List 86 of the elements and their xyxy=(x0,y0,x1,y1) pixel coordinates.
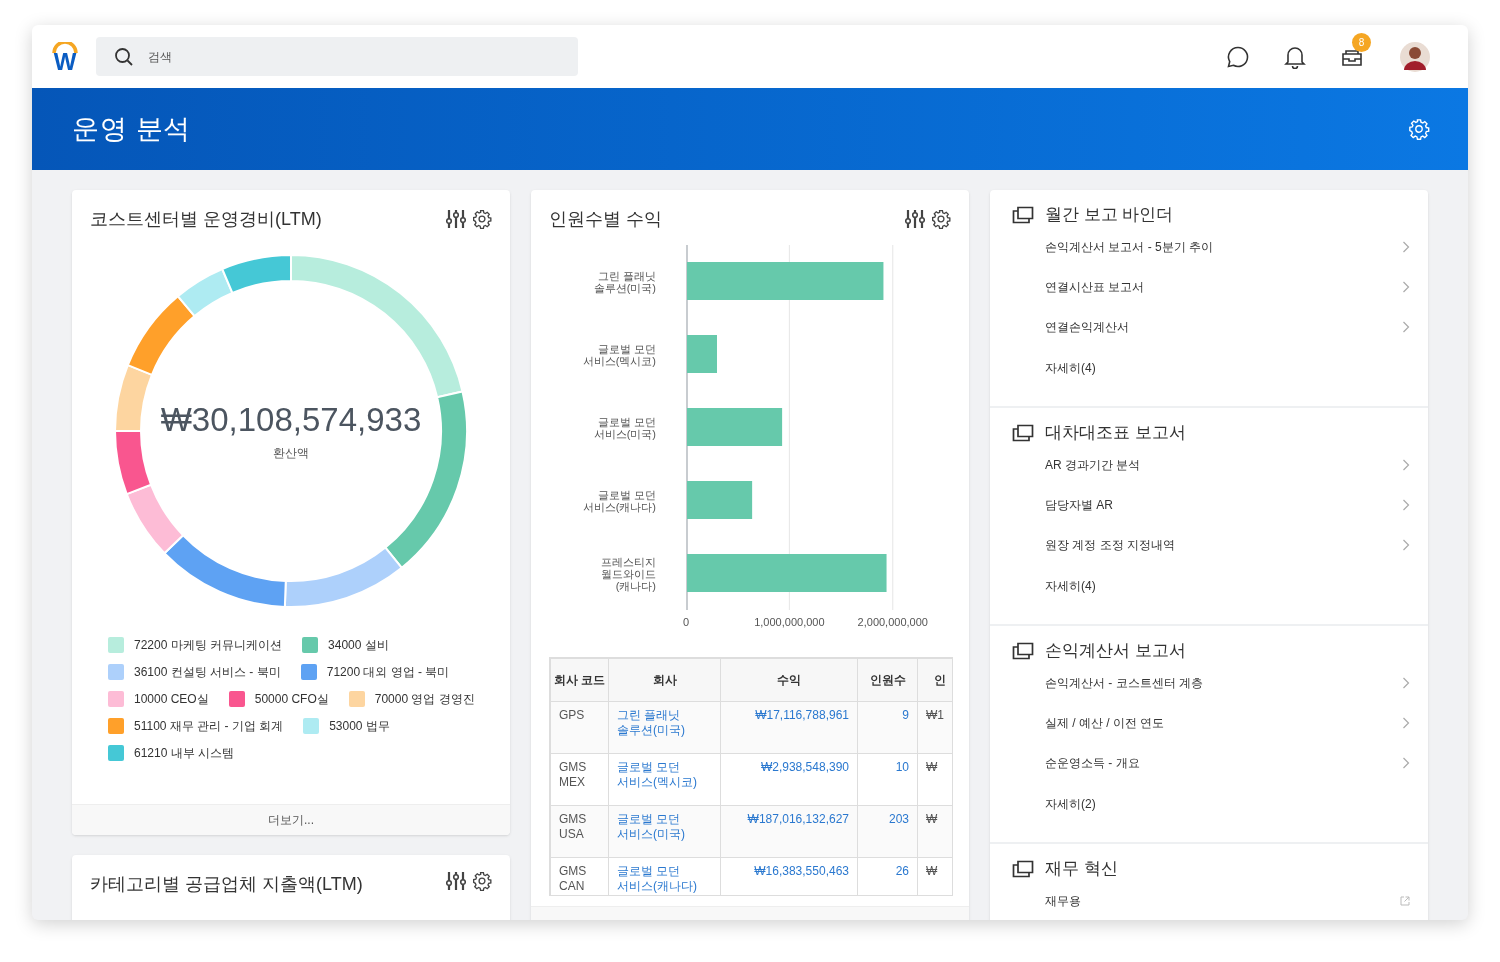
card-title: 인원수별 수익 xyxy=(549,207,662,231)
window-icon xyxy=(1012,206,1034,224)
table-link[interactable]: 203 xyxy=(866,812,909,827)
sliders-icon[interactable] xyxy=(905,209,925,229)
section-title: 손익계산서 보고서 xyxy=(1045,640,1186,663)
column-header: 인원수 xyxy=(857,658,918,702)
chevron-right-icon xyxy=(1402,717,1410,729)
axis-tick-label: 0 xyxy=(682,615,690,630)
window-icon xyxy=(1012,860,1034,878)
report-link[interactable]: 손익계산서 - 코스트센터 계층 xyxy=(1045,674,1203,692)
settings-icon[interactable] xyxy=(472,209,492,229)
column-header: 회사 xyxy=(608,658,721,702)
legend-label: 72200 마케팅 커뮤니케이션 xyxy=(134,636,283,654)
window-icon xyxy=(1012,424,1034,442)
window-icon xyxy=(1012,642,1034,660)
legend-label: 10000 CEO실 xyxy=(134,690,209,708)
notification-icon[interactable] xyxy=(1284,44,1306,69)
report-link[interactable]: 재무용 xyxy=(1045,892,1081,910)
column-header: 회사 코드 xyxy=(550,658,609,702)
report-link[interactable]: AR 경과기간 분석 xyxy=(1045,456,1141,474)
legend-label: 70000 영업 경영진 xyxy=(374,690,475,708)
section-title: 월간 보고 바인더 xyxy=(1045,204,1174,227)
axis-category-label: 프레스티지 월드와이드(캐나다) xyxy=(600,555,656,592)
search-icon xyxy=(114,47,134,67)
more-button[interactable]: 더보기... xyxy=(72,804,510,835)
page-title: 운영 분석 xyxy=(72,112,191,146)
settings-icon[interactable] xyxy=(472,871,492,891)
table-cell-text: ₩1 xyxy=(926,708,945,723)
table-cell-text: ₩ xyxy=(926,864,939,879)
chevron-right-icon xyxy=(1402,281,1410,293)
chevron-right-icon xyxy=(1402,757,1410,769)
table-cell-text: GMS USA xyxy=(559,812,588,842)
legend-label: 71200 대외 영업 - 북미 xyxy=(326,663,450,681)
legend-label: 53000 법무 xyxy=(329,717,390,735)
chat-icon[interactable] xyxy=(1226,44,1250,69)
legend-label: 61210 내부 시스템 xyxy=(134,744,235,762)
chevron-right-icon xyxy=(1402,459,1410,471)
avatar[interactable] xyxy=(1400,41,1430,72)
section-title: 대차대조표 보고서 xyxy=(1045,422,1186,445)
axis-tick-label: 2,000,000,000 xyxy=(857,615,928,630)
notification-badge: 8 xyxy=(1352,32,1371,52)
report-link[interactable]: 연결손익계산서 xyxy=(1045,318,1129,336)
table-cell-text: ₩ xyxy=(926,812,939,827)
report-link[interactable]: 연결시산표 보고서 xyxy=(1045,278,1145,296)
total-label: 환산액 xyxy=(273,444,309,462)
legend-label: 50000 CFO실 xyxy=(254,690,329,708)
chevron-right-icon xyxy=(1402,499,1410,511)
report-link[interactable]: 원장 계정 조정 지정내역 xyxy=(1045,536,1175,554)
legend-label: 51100 재무 관리 - 기업 회계 xyxy=(134,717,284,735)
settings-icon[interactable] xyxy=(931,209,951,229)
table-cell-text: GPS xyxy=(559,708,586,723)
sliders-icon[interactable] xyxy=(446,871,466,891)
chevron-right-icon xyxy=(1402,539,1410,551)
legend-label: 34000 설비 xyxy=(328,636,389,654)
axis-tick-label: 1,000,000,000 xyxy=(754,615,825,630)
table-cell-text: ₩ xyxy=(926,760,939,775)
more-link[interactable]: 자세히(2) xyxy=(1045,795,1096,813)
external-link-icon xyxy=(1400,896,1410,906)
report-link[interactable]: 실제 / 예산 / 이전 연도 xyxy=(1045,714,1165,732)
table-cell-text: GMS MEX xyxy=(559,760,588,790)
table-link[interactable]: 10 xyxy=(866,760,909,775)
axis-category-label: 글로벌 모던 서비스(미국) xyxy=(592,415,656,440)
table-cell-text: GMS CAN xyxy=(559,864,588,894)
card-title: 코스트센터별 운영경비(LTM) xyxy=(90,207,322,231)
axis-category-label: 글로벌 모던 서비스(멕시코) xyxy=(581,342,656,367)
logo[interactable]: W xyxy=(50,39,80,74)
bar xyxy=(687,481,753,519)
report-link[interactable]: 손익계산서 보고서 - 5분기 추이 xyxy=(1045,238,1213,256)
bar xyxy=(687,335,717,373)
legend-label: 36100 컨설팅 서비스 - 북미 xyxy=(134,663,281,681)
more-link[interactable]: 자세히(4) xyxy=(1045,577,1096,595)
chevron-right-icon xyxy=(1402,677,1410,689)
column-header: 수익 xyxy=(720,658,858,702)
sliders-icon[interactable] xyxy=(446,209,466,229)
report-link[interactable]: 담당자별 AR xyxy=(1045,496,1113,514)
chevron-right-icon xyxy=(1402,321,1410,333)
total-amount: ₩30,108,574,933 xyxy=(160,402,422,436)
table-link[interactable]: 9 xyxy=(866,708,909,723)
axis-category-label: 그린 플래닛 솔루션(미국) xyxy=(592,269,656,294)
card-title: 카테고리별 공급업체 지출액(LTM) xyxy=(90,873,363,896)
more-link[interactable]: 자세히(4) xyxy=(1045,359,1096,377)
axis-category-label: 글로벌 모던 서비스(캐나다) xyxy=(581,488,656,513)
section-title: 재무 혁신 xyxy=(1045,858,1118,881)
chevron-right-icon xyxy=(1402,241,1410,253)
report-link[interactable]: 순운영소득 - 개요 xyxy=(1045,754,1140,772)
search-field[interactable]: 검색 xyxy=(96,37,578,76)
